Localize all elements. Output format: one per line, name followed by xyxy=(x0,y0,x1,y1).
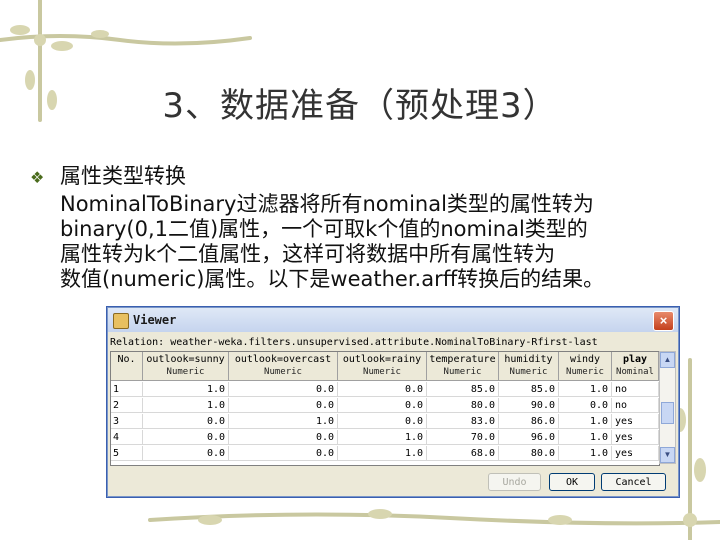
table-cell[interactable]: 1.0 xyxy=(143,398,229,413)
column-name: temperature xyxy=(429,354,496,365)
column-type: Numeric xyxy=(264,367,302,377)
table-cell[interactable]: 80.0 xyxy=(427,398,499,413)
column-name: windy xyxy=(569,354,601,365)
app-icon xyxy=(113,313,129,329)
diamond-bullet-icon: ❖ xyxy=(30,168,45,187)
table-cell[interactable]: 1.0 xyxy=(338,430,427,445)
column-name: play xyxy=(622,354,648,365)
bullet-heading: 属性类型转换 xyxy=(60,164,186,188)
table-cell[interactable]: 70.0 xyxy=(427,430,499,445)
table-cell[interactable]: 0.0 xyxy=(143,430,229,445)
table-cell[interactable]: 1.0 xyxy=(559,382,612,397)
ok-button[interactable]: OK xyxy=(549,473,595,491)
close-button[interactable]: × xyxy=(653,311,674,331)
table-cell[interactable]: no xyxy=(612,398,659,413)
table-cell[interactable]: 68.0 xyxy=(427,446,499,461)
body-paragraph: NominalToBinary过滤器将所有nominal类型的属性转为 bina… xyxy=(60,192,700,292)
column-header[interactable]: outlook=rainy Numeric xyxy=(338,352,427,381)
table-cell[interactable]: 0.0 xyxy=(229,446,338,461)
table-cell[interactable]: 0.0 xyxy=(559,398,612,413)
table-cell[interactable]: 0.0 xyxy=(338,382,427,397)
table-cell[interactable]: 0.0 xyxy=(143,414,229,429)
body-line: 数值(numeric)属性。以下是weather.arff转换后的结果。 xyxy=(60,267,605,291)
table-cell[interactable]: 1.0 xyxy=(559,414,612,429)
column-type: Nominal xyxy=(616,367,654,377)
vertical-scrollbar[interactable]: ▲ ▼ xyxy=(659,351,676,464)
column-header[interactable]: play Nominal xyxy=(612,352,659,381)
column-name: humidity xyxy=(504,354,553,365)
table-cell[interactable]: no xyxy=(612,382,659,397)
table-cell[interactable]: 5 xyxy=(111,446,143,461)
window-title: Viewer xyxy=(133,313,177,327)
table-cell[interactable]: 0.0 xyxy=(338,414,427,429)
table-cell[interactable]: 4 xyxy=(111,430,143,445)
column-name: outlook=rainy xyxy=(342,354,422,365)
column-type: Numeric xyxy=(363,367,401,377)
data-table: No. outlook=sunny Numeric outlook=overcast N… xyxy=(110,351,660,466)
body-line: binary(0,1二值)属性，一个可取k个值的nominal类型的 xyxy=(60,217,588,241)
table-cell[interactable]: 2 xyxy=(111,398,143,413)
slide-title: 3、数据准备（预处理3） xyxy=(162,86,558,126)
column-header[interactable]: outlook=sunny Numeric xyxy=(143,352,229,381)
column-type: Numeric xyxy=(443,367,482,377)
table-cell[interactable]: 3 xyxy=(111,414,143,429)
window-titlebar[interactable]: Viewer × xyxy=(108,308,678,332)
column-type: Numeric xyxy=(566,367,604,377)
table-cell[interactable]: 85.0 xyxy=(499,382,559,397)
column-header[interactable]: No. xyxy=(111,352,143,381)
table-cell[interactable]: 85.0 xyxy=(427,382,499,397)
undo-button[interactable]: Undo xyxy=(488,473,541,491)
scroll-down-icon[interactable]: ▼ xyxy=(660,447,675,463)
table-cell[interactable]: 1.0 xyxy=(338,446,427,461)
table-cell[interactable]: yes xyxy=(612,430,659,445)
column-name: outlook=overcast xyxy=(234,354,332,365)
table-cell[interactable]: 1 xyxy=(111,382,143,397)
table-cell[interactable]: 90.0 xyxy=(499,398,559,413)
table-cell[interactable]: 96.0 xyxy=(499,430,559,445)
table-cell[interactable]: 86.0 xyxy=(499,414,559,429)
table-cell[interactable]: 1.0 xyxy=(143,382,229,397)
table-cell[interactable]: 1.0 xyxy=(559,430,612,445)
relation-label: Relation: weather-weka.filters.unsupervi… xyxy=(110,337,598,348)
table-cell[interactable]: 0.0 xyxy=(143,446,229,461)
column-header[interactable]: humidity Numeric xyxy=(499,352,559,381)
column-type: Numeric xyxy=(509,367,548,377)
table-cell[interactable]: yes xyxy=(612,446,659,461)
table-cell[interactable]: 0.0 xyxy=(229,398,338,413)
table-cell[interactable]: 1.0 xyxy=(559,446,612,461)
cancel-button[interactable]: Cancel xyxy=(601,473,666,491)
column-name: No. xyxy=(117,354,136,365)
viewer-window: Viewer × Relation: weather-weka.filters.… xyxy=(107,307,679,497)
table-cell[interactable]: 0.0 xyxy=(338,398,427,413)
table-cell[interactable]: 0.0 xyxy=(229,430,338,445)
column-header[interactable]: windy Numeric xyxy=(559,352,612,381)
column-type: Numeric xyxy=(166,367,205,377)
table-cell[interactable]: 0.0 xyxy=(229,382,338,397)
table-cell[interactable]: 1.0 xyxy=(229,414,338,429)
column-header[interactable]: temperature Numeric xyxy=(427,352,499,381)
table-cell[interactable]: yes xyxy=(612,414,659,429)
body-line: 属性转为k个二值属性，这样可将数据中所有属性转为 xyxy=(60,242,556,266)
scroll-thumb[interactable] xyxy=(661,402,674,424)
table-cell[interactable]: 83.0 xyxy=(427,414,499,429)
table-cell[interactable]: 80.0 xyxy=(499,446,559,461)
column-name: outlook=sunny xyxy=(146,354,225,365)
scroll-up-icon[interactable]: ▲ xyxy=(660,352,675,368)
body-line: NominalToBinary过滤器将所有nominal类型的属性转为 xyxy=(60,192,594,216)
column-header[interactable]: outlook=overcast Numeric xyxy=(229,352,338,381)
